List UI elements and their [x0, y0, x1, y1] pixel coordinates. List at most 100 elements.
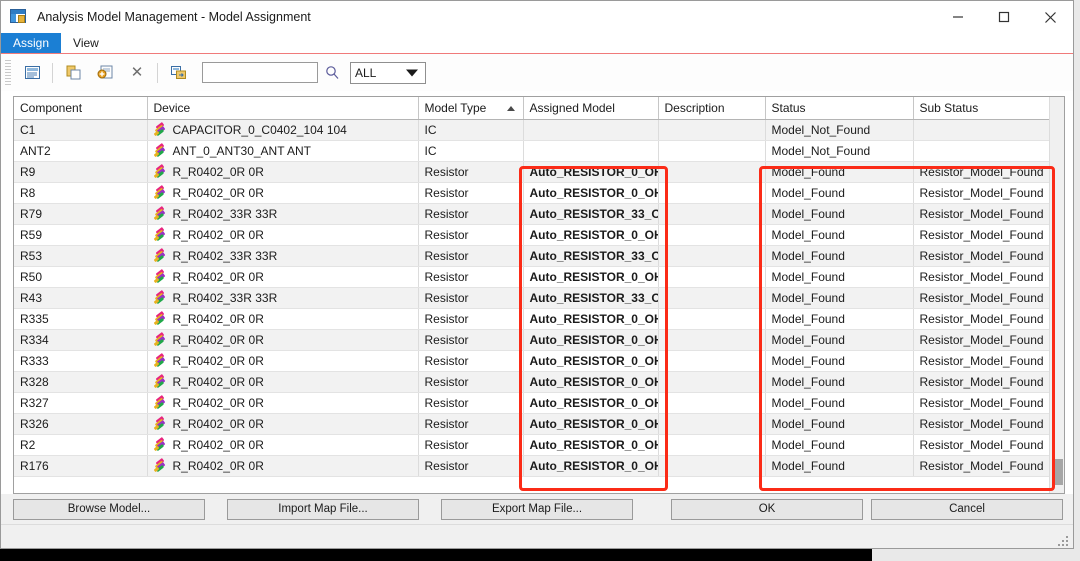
cell-component[interactable]: R43 [14, 287, 148, 309]
cell-model-type[interactable]: Resistor [418, 308, 524, 330]
cell-sub-status[interactable]: Resistor_Model_Found [913, 413, 1049, 435]
cell-assigned-model[interactable]: Auto_RESISTOR_0_OHM [523, 182, 659, 204]
cell-device[interactable]: R_R0402_0R 0R [147, 308, 419, 330]
tab-view[interactable]: View [61, 33, 111, 53]
table-row[interactable]: R53 R_R0402_33R 33R Resistor Auto_RESISTOR_… [14, 245, 1049, 267]
cell-sub-status[interactable]: Resistor_Model_Found [913, 329, 1049, 351]
cell-sub-status[interactable] [913, 119, 1049, 141]
resize-grip-icon[interactable] [1058, 534, 1070, 546]
cell-model-type[interactable]: Resistor [418, 371, 524, 393]
cell-description[interactable] [658, 287, 766, 309]
cell-assigned-model[interactable]: Auto_RESISTOR_0_OHM [523, 413, 659, 435]
cell-status[interactable]: Model_Found [765, 245, 914, 267]
cell-component[interactable]: R9 [14, 161, 148, 183]
cell-component[interactable]: ANT2 [14, 140, 148, 162]
cell-model-type[interactable]: Resistor [418, 392, 524, 414]
swap-model-button[interactable] [162, 58, 194, 88]
cell-status[interactable]: Model_Found [765, 455, 914, 477]
minimize-button[interactable] [935, 1, 981, 33]
cell-status[interactable]: Model_Found [765, 329, 914, 351]
cell-assigned-model[interactable]: Auto_RESISTOR_0_OHM [523, 434, 659, 456]
cell-sub-status[interactable]: Resistor_Model_Found [913, 287, 1049, 309]
assign-model-button[interactable] [89, 58, 121, 88]
cell-status[interactable]: Model_Found [765, 287, 914, 309]
cell-device[interactable]: R_R0402_33R 33R [147, 203, 419, 225]
cell-status[interactable]: Model_Found [765, 161, 914, 183]
cell-sub-status[interactable] [913, 140, 1049, 162]
cell-device[interactable]: R_R0402_33R 33R [147, 287, 419, 309]
cell-description[interactable] [658, 266, 766, 288]
copy-button[interactable] [57, 58, 89, 88]
cell-component[interactable]: R335 [14, 308, 148, 330]
cell-device[interactable]: R_R0402_0R 0R [147, 161, 419, 183]
cell-assigned-model[interactable]: Auto_RESISTOR_0_OHM [523, 308, 659, 330]
cell-component[interactable]: R328 [14, 371, 148, 393]
column-header-status[interactable]: Status [765, 97, 914, 120]
cell-description[interactable] [658, 182, 766, 204]
table-row[interactable]: ANT2 ANT_0_ANT30_ANT ANT IC Model_Not_Found [14, 140, 1049, 162]
cell-description[interactable] [658, 329, 766, 351]
cell-assigned-model[interactable]: Auto_RESISTOR_33_O... [523, 287, 659, 309]
vertical-scrollbar-thumb[interactable] [1052, 459, 1063, 485]
vertical-scrollbar[interactable] [1049, 97, 1064, 493]
cell-sub-status[interactable]: Resistor_Model_Found [913, 203, 1049, 225]
cell-model-type[interactable]: Resistor [418, 455, 524, 477]
table-row[interactable]: R79 R_R0402_33R 33R Resistor Auto_RESISTOR_… [14, 203, 1049, 225]
cell-model-type[interactable]: Resistor [418, 287, 524, 309]
table-row[interactable]: R326 R_R0402_0R 0R Resistor Auto_RESISTOR_0… [14, 413, 1049, 435]
cell-component[interactable]: R327 [14, 392, 148, 414]
cell-description[interactable] [658, 371, 766, 393]
cell-description[interactable] [658, 434, 766, 456]
import-map-file-button[interactable]: Import Map File... [227, 498, 419, 520]
cell-description[interactable] [658, 350, 766, 372]
cell-component[interactable]: R333 [14, 350, 148, 372]
cell-model-type[interactable]: Resistor [418, 224, 524, 246]
cell-model-type[interactable]: Resistor [418, 245, 524, 267]
cell-assigned-model[interactable]: Auto_RESISTOR_0_OHM [523, 266, 659, 288]
cell-sub-status[interactable]: Resistor_Model_Found [913, 245, 1049, 267]
cell-assigned-model[interactable] [523, 119, 659, 141]
table-row[interactable]: R334 R_R0402_0R 0R Resistor Auto_RESISTOR_0… [14, 329, 1049, 351]
cell-model-type[interactable]: Resistor [418, 161, 524, 183]
cell-model-type[interactable]: Resistor [418, 434, 524, 456]
cell-status[interactable]: Model_Found [765, 350, 914, 372]
cell-component[interactable]: R334 [14, 329, 148, 351]
cell-device[interactable]: CAPACITOR_0_C0402_104 104 [147, 119, 419, 141]
cancel-button[interactable]: Cancel [871, 498, 1063, 520]
cell-device[interactable]: R_R0402_0R 0R [147, 224, 419, 246]
cell-device[interactable]: R_R0402_0R 0R [147, 455, 419, 477]
cell-component[interactable]: R2 [14, 434, 148, 456]
cell-component[interactable]: R59 [14, 224, 148, 246]
cell-sub-status[interactable]: Resistor_Model_Found [913, 434, 1049, 456]
cell-component[interactable]: R50 [14, 266, 148, 288]
cell-assigned-model[interactable]: Auto_RESISTOR_33_O... [523, 203, 659, 225]
table-row[interactable]: R328 R_R0402_0R 0R Resistor Auto_RESISTOR_0… [14, 371, 1049, 393]
cell-component[interactable]: R176 [14, 455, 148, 477]
cell-description[interactable] [658, 413, 766, 435]
cell-sub-status[interactable]: Resistor_Model_Found [913, 224, 1049, 246]
cell-device[interactable]: R_R0402_0R 0R [147, 329, 419, 351]
cell-device[interactable]: R_R0402_0R 0R [147, 266, 419, 288]
cell-device[interactable]: R_R0402_0R 0R [147, 371, 419, 393]
search-input[interactable] [202, 62, 318, 83]
cell-sub-status[interactable]: Resistor_Model_Found [913, 350, 1049, 372]
cell-component[interactable]: R79 [14, 203, 148, 225]
cell-description[interactable] [658, 203, 766, 225]
cell-description[interactable] [658, 140, 766, 162]
cell-assigned-model[interactable]: Auto_RESISTOR_0_OHM [523, 161, 659, 183]
cell-status[interactable]: Model_Found [765, 203, 914, 225]
cell-description[interactable] [658, 224, 766, 246]
table-row[interactable]: R176 R_R0402_0R 0R Resistor Auto_RESISTOR_0… [14, 455, 1049, 477]
cell-assigned-model[interactable]: Auto_RESISTOR_0_OHM [523, 371, 659, 393]
cell-assigned-model[interactable]: Auto_RESISTOR_0_OHM [523, 392, 659, 414]
cell-assigned-model[interactable]: Auto_RESISTOR_0_OHM [523, 224, 659, 246]
cell-model-type[interactable]: Resistor [418, 329, 524, 351]
ok-button[interactable]: OK [671, 498, 863, 520]
cell-status[interactable]: Model_Found [765, 413, 914, 435]
cell-description[interactable] [658, 308, 766, 330]
filter-dropdown[interactable]: ALL [350, 61, 426, 84]
column-header-model-type[interactable]: Model Type [418, 97, 524, 120]
cell-model-type[interactable]: IC [418, 140, 524, 162]
table-row[interactable]: R9 R_R0402_0R 0R Resistor Auto_RESISTOR_0_O… [14, 161, 1049, 183]
cell-sub-status[interactable]: Resistor_Model_Found [913, 182, 1049, 204]
